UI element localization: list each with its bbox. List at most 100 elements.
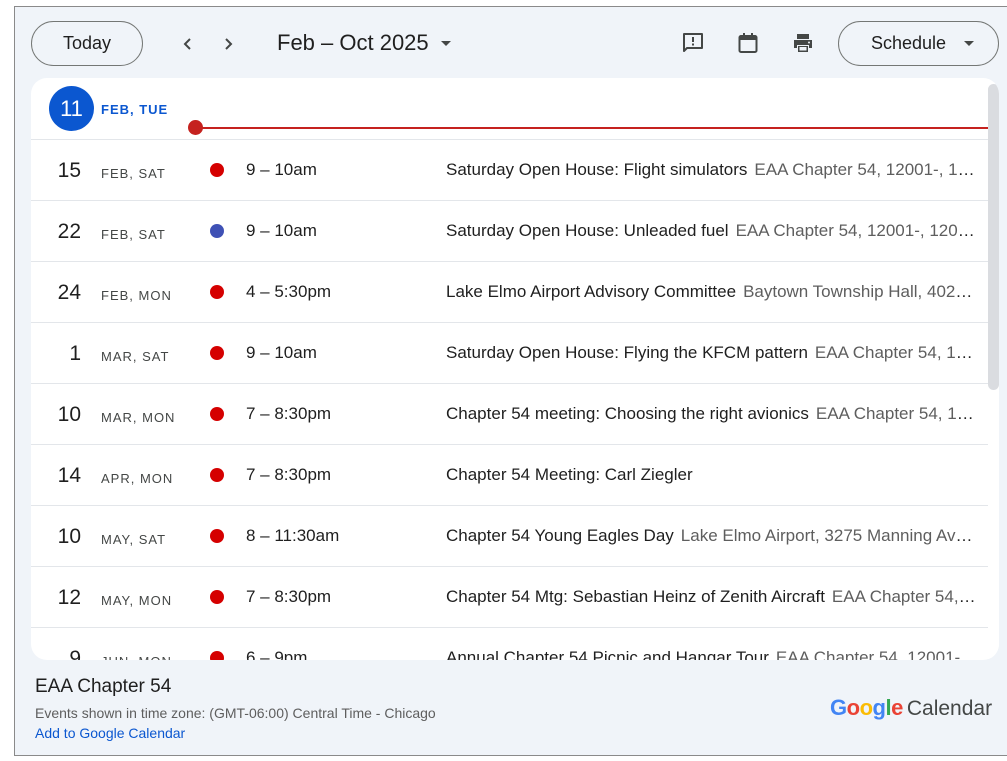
event-time: 9 – 10am	[246, 160, 317, 179]
current-time-line	[196, 127, 988, 129]
today-button[interactable]: Today	[31, 21, 143, 66]
event-time: 9 – 10am	[246, 343, 317, 362]
event-location: Baytown Township Hall, 4020 McDonald Dr …	[743, 282, 976, 301]
google-wordmark: Google	[830, 695, 903, 721]
event-month-weekday: MAY, SAT	[101, 532, 167, 547]
event-month-weekday: MAY, MON	[101, 593, 173, 608]
event-location: EAA Chapter 54, 12001-, 12099 Marquess W…	[754, 160, 976, 179]
chevron-left-icon	[183, 38, 191, 50]
print-button[interactable]	[787, 27, 819, 59]
event-title: Chapter 54 meeting: Choosing the right a…	[446, 404, 809, 423]
calendar-icon	[738, 33, 758, 53]
event-summary: Chapter 54 Meeting: Carl Ziegler	[446, 465, 976, 485]
event-color-dot	[210, 224, 224, 238]
event-month-weekday: FEB, SAT	[101, 227, 166, 242]
event-time: 8 – 11:30am	[246, 526, 340, 545]
caret-down-icon	[440, 40, 451, 46]
event-row[interactable]: 22 FEB, SAT 9 – 10am Saturday Open House…	[31, 201, 988, 262]
event-summary: Saturday Open House: Unleaded fuel EAA Ch…	[446, 221, 976, 241]
event-color-dot	[210, 529, 224, 543]
event-day: 22	[57, 220, 81, 243]
event-summary: Annual Chapter 54 Picnic and Hangar Tour…	[446, 648, 976, 660]
event-color-dot	[210, 407, 224, 421]
event-time: 7 – 8:30pm	[246, 465, 332, 484]
event-row[interactable]: 15 FEB, SAT 9 – 10am Saturday Open House…	[31, 140, 988, 201]
event-color-dot	[210, 651, 224, 660]
google-letter: o	[846, 695, 860, 720]
event-time: 6 – 9pm	[246, 648, 308, 660]
current-time-dot	[188, 120, 203, 135]
event-title: Chapter 54 Mtg: Sebastian Heinz of Zenit…	[446, 587, 825, 606]
toolbar: Today Feb – Oct 2025 Schedule	[15, 7, 1007, 77]
today-date-badge[interactable]: 11	[49, 86, 94, 131]
event-day: 15	[57, 159, 81, 182]
event-color-dot	[210, 590, 224, 604]
event-location: EAA Chapter 54, 12001-, 12099 Marquess W…	[735, 221, 976, 240]
feedback-icon	[683, 33, 703, 52]
event-summary: Chapter 54 Mtg: Sebastian Heinz of Zenit…	[446, 587, 976, 607]
open-calendar-button[interactable]	[732, 27, 764, 59]
view-selector-dropdown[interactable]: Schedule	[838, 21, 999, 66]
schedule-list: 11 FEB, TUE 15 FEB, SAT 9 – 10am Saturda…	[31, 78, 988, 660]
chevron-right-icon	[225, 38, 233, 50]
previous-button[interactable]	[173, 29, 203, 59]
event-row[interactable]: 12 MAY, MON 7 – 8:30pm Chapter 54 Mtg: S…	[31, 567, 988, 628]
event-summary: Saturday Open House: Flight simulators EA…	[446, 160, 976, 180]
event-color-dot	[210, 285, 224, 299]
event-title: Saturday Open House: Flight simulators	[446, 160, 748, 179]
event-color-dot	[210, 468, 224, 482]
today-date-label: FEB, TUE	[101, 102, 169, 117]
event-row[interactable]: 10 MAR, MON 7 – 8:30pm Chapter 54 meetin…	[31, 384, 988, 445]
event-title: Annual Chapter 54 Picnic and Hangar Tour	[446, 648, 769, 660]
event-summary: Saturday Open House: Flying the KFCM pat…	[446, 343, 976, 363]
event-location: Lake Elmo Airport, 3275 Manning Ave N	[680, 526, 976, 545]
event-summary: Chapter 54 Young Eagles Day Lake Elmo Air…	[446, 526, 976, 546]
date-range-dropdown[interactable]: Feb – Oct 2025	[277, 27, 451, 59]
event-day: 10	[57, 403, 81, 426]
scrollbar-track[interactable]	[988, 78, 999, 660]
event-month-weekday: FEB, MON	[101, 288, 172, 303]
event-day: 14	[57, 464, 81, 487]
event-month-weekday: JUN, MON	[101, 654, 172, 660]
event-day: 10	[57, 525, 81, 548]
event-month-weekday: MAR, SAT	[101, 349, 170, 364]
event-day: 9	[69, 647, 81, 660]
event-title: Lake Elmo Airport Advisory Committee	[446, 282, 737, 301]
event-day: 1	[69, 342, 81, 365]
event-summary: Lake Elmo Airport Advisory Committee Bayt…	[446, 282, 976, 302]
schedule-list-card: 11 FEB, TUE 15 FEB, SAT 9 – 10am Saturda…	[31, 78, 999, 660]
event-color-dot	[210, 163, 224, 177]
event-color-dot	[210, 346, 224, 360]
google-letter: o	[859, 695, 873, 720]
event-day: 24	[57, 281, 81, 304]
event-row[interactable]: 10 MAY, SAT 8 – 11:30am Chapter 54 Young…	[31, 506, 988, 567]
today-row: 11 FEB, TUE	[31, 78, 988, 140]
calendar-wordmark: Calendar	[906, 697, 993, 720]
event-row[interactable]: 1 MAR, SAT 9 – 10am Saturday Open House:…	[31, 323, 988, 384]
add-to-google-calendar-link[interactable]: Add to Google Calendar	[35, 725, 185, 741]
event-day: 12	[57, 586, 81, 609]
event-location: EAA Chapter 54, 12001-	[815, 404, 976, 423]
scrollbar-thumb[interactable]	[988, 84, 999, 390]
event-location: EAA Chapter 54, 12001-	[831, 587, 976, 606]
event-summary: Chapter 54 meeting: Choosing the right a…	[446, 404, 976, 424]
event-time: 4 – 5:30pm	[246, 282, 332, 301]
feedback-button[interactable]	[677, 27, 709, 59]
event-time: 7 – 8:30pm	[246, 404, 332, 423]
caret-down-icon	[964, 41, 975, 46]
event-row[interactable]: 14 APR, MON 7 – 8:30pm Chapter 54 Meetin…	[31, 445, 988, 506]
event-time: 9 – 10am	[246, 221, 317, 240]
next-button[interactable]	[213, 29, 243, 59]
event-title: Saturday Open House: Unleaded fuel	[446, 221, 729, 240]
calendar-name: EAA Chapter 54	[35, 676, 172, 697]
event-time: 7 – 8:30pm	[246, 587, 332, 606]
calendar-embed: Today Feb – Oct 2025 Schedule 11 FEB, TU…	[14, 6, 1007, 756]
view-selector-label: Schedule	[870, 33, 947, 53]
event-row[interactable]: 24 FEB, MON 4 – 5:30pm Lake Elmo Airport…	[31, 262, 988, 323]
event-row[interactable]: 9 JUN, MON 6 – 9pm Annual Chapter 54 Pic…	[31, 628, 988, 660]
google-calendar-logo[interactable]: Google Calendar	[830, 695, 992, 721]
google-letter: e	[891, 695, 903, 720]
event-month-weekday: MAR, MON	[101, 410, 176, 425]
print-icon	[794, 34, 812, 52]
google-letter: g	[872, 695, 886, 720]
